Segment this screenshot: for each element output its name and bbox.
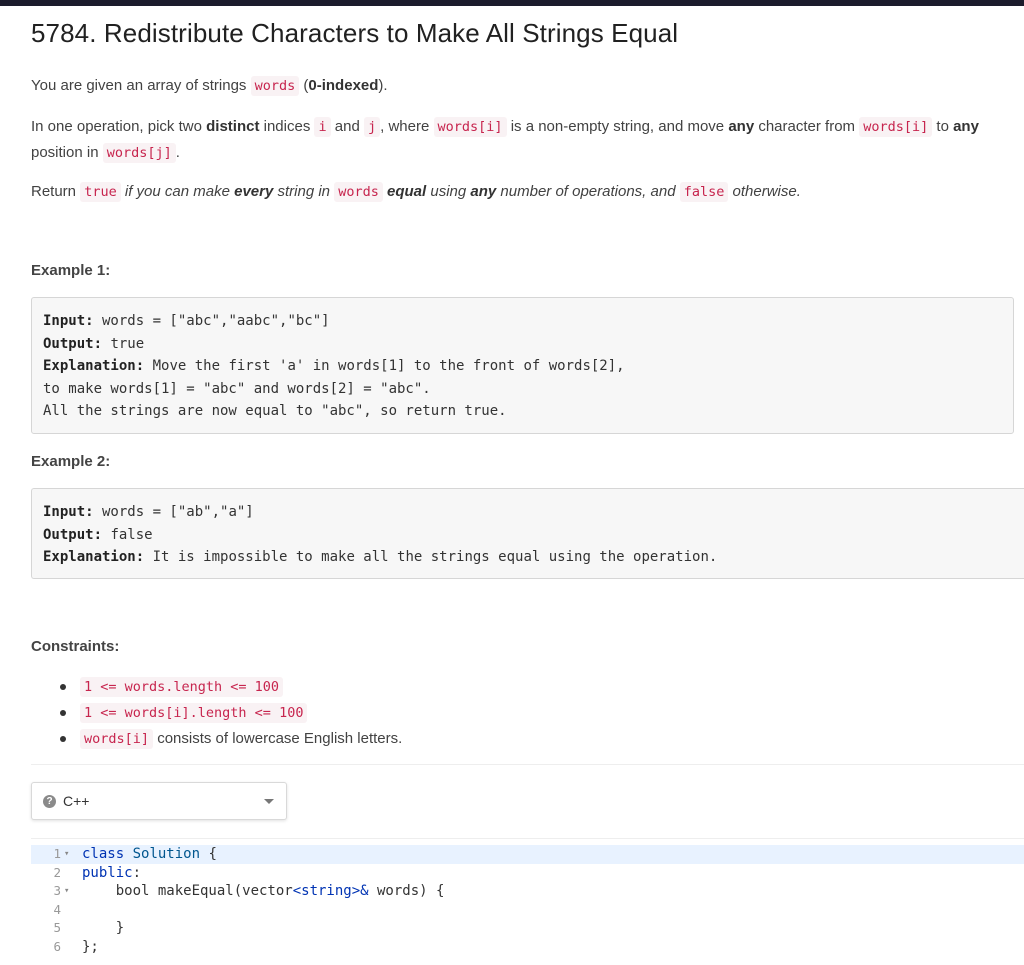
line-number: 4: [53, 901, 61, 917]
code-line[interactable]: 4: [31, 901, 1024, 920]
text: and: [330, 118, 364, 135]
text: You are given an array of strings: [31, 77, 251, 94]
code-line[interactable]: 5 }: [31, 919, 1024, 938]
inline-code: words[i]: [859, 117, 933, 137]
inline-code: false: [679, 182, 729, 202]
list-item: 1 <= words.length <= 100: [59, 674, 402, 700]
inline-code: i: [314, 117, 331, 137]
explanation-label: Explanation:: [43, 549, 145, 565]
code-text: :: [132, 864, 142, 881]
code-line[interactable]: 3 ▾ bool makeEqual(vector<string>& words…: [31, 882, 1024, 901]
description-paragraph-1: You are given an array of strings words …: [31, 73, 388, 99]
bold-text: any: [953, 118, 979, 135]
help-icon[interactable]: ?: [43, 794, 56, 808]
text: Return: [31, 183, 81, 200]
list-item: 1 <= words[i].length <= 100: [59, 700, 402, 726]
text: consists of lowercase English letters.: [153, 730, 403, 747]
text: character from: [754, 118, 860, 135]
description-paragraph-3: Return true if you can make every string…: [31, 179, 801, 205]
fold-arrow-icon[interactable]: ▾: [64, 882, 69, 901]
output-label: Output:: [43, 335, 103, 352]
italic-text: string in: [273, 183, 335, 200]
example-1-heading: Example 1:: [31, 262, 111, 279]
code-text: words) {: [368, 883, 445, 899]
type-name: Solution: [132, 846, 201, 862]
italic-text: otherwise.: [728, 183, 801, 200]
code-text: }: [82, 920, 125, 936]
line-number: 6: [53, 938, 61, 954]
constraints-list: 1 <= words.length <= 100 1 <= words[i].l…: [31, 674, 402, 752]
line-number: 2: [53, 864, 61, 880]
example-2-block: Input: words = ["ab","a"] Output: false …: [31, 488, 1024, 579]
language-select[interactable]: ? C++: [31, 782, 287, 820]
text: In one operation, pick two: [31, 118, 207, 135]
code-text: bool makeEqual(vector: [82, 883, 293, 899]
input-value: words = ["abc","aabc","bc"]: [93, 313, 330, 329]
explanation-text: All the strings are now equal to "abc", …: [43, 403, 507, 419]
bold-text: equal: [382, 183, 427, 200]
inline-code: 1 <= words.length <= 100: [80, 677, 284, 697]
text: is a non-empty string, and move: [506, 118, 729, 135]
input-label: Input:: [43, 313, 94, 329]
inline-code: words: [334, 182, 383, 202]
bold-text: any: [470, 183, 497, 200]
example-1-block: Input: words = ["abc","aabc","bc"] Outpu…: [31, 297, 1014, 434]
keyword: public: [82, 864, 133, 881]
explanation-text: to make words[1] = "abc" and words[2] = …: [43, 380, 431, 397]
example-2-heading: Example 2:: [31, 453, 111, 470]
code-text: {: [200, 846, 217, 862]
chevron-down-icon: [264, 799, 274, 804]
fold-arrow-icon[interactable]: ▾: [64, 845, 69, 864]
text: (: [299, 77, 309, 94]
text: indices: [259, 118, 315, 135]
inline-code: 1 <= words[i].length <= 100: [80, 703, 308, 723]
code-editor[interactable]: 1 ▾ class Solution { 2 public: 3 ▾ bool …: [31, 838, 1024, 965]
line-number: 5: [53, 920, 61, 935]
italic-text: if you can make: [120, 183, 235, 200]
bold-text: every: [234, 183, 274, 200]
italic-text: number of operations, and: [496, 183, 680, 200]
text: , where: [380, 118, 434, 135]
output-label: Output:: [43, 526, 103, 543]
text: position in: [31, 144, 103, 161]
bold-text: 0-indexed: [308, 77, 379, 94]
constraints-heading: Constraints:: [31, 638, 120, 655]
line-number: 1: [53, 846, 61, 861]
input-value: words = ["ab","a"]: [93, 504, 254, 520]
code-line[interactable]: 1 ▾ class Solution {: [31, 845, 1024, 864]
code-text: };: [82, 938, 99, 955]
type-name: <string>&: [292, 883, 369, 899]
explanation-text: It is impossible to make all the strings…: [144, 549, 718, 565]
inline-code: j: [364, 117, 381, 137]
bold-text: distinct: [206, 118, 260, 135]
text: ).: [378, 77, 388, 94]
description-paragraph-2: In one operation, pick two distinct indi…: [31, 114, 1011, 166]
code-line[interactable]: 6 };: [31, 938, 1024, 957]
inline-code: words: [250, 76, 300, 96]
list-item: words[i] consists of lowercase English l…: [59, 726, 403, 752]
page-title: 5784. Redistribute Characters to Make Al…: [31, 18, 679, 48]
section-divider: [31, 764, 1024, 765]
explanation-text: Move the first 'a' in words[1] to the fr…: [144, 358, 625, 374]
output-value: false: [102, 526, 153, 543]
text: to: [932, 118, 954, 135]
bold-text: any: [728, 118, 755, 135]
code-line[interactable]: 2 public:: [31, 864, 1024, 883]
top-navigation-bar: [0, 0, 1024, 6]
explanation-label: Explanation:: [43, 358, 145, 374]
language-label: C++: [63, 793, 90, 809]
inline-code: words[i]: [433, 117, 507, 137]
output-value: true: [102, 335, 145, 352]
inline-code: words[j]: [102, 143, 176, 163]
italic-text: using: [426, 183, 471, 200]
keyword: class: [82, 846, 125, 862]
text: .: [175, 144, 180, 161]
inline-code: words[i]: [80, 729, 154, 749]
input-label: Input:: [43, 504, 94, 520]
inline-code: true: [80, 182, 121, 202]
line-number: 3: [53, 883, 61, 898]
